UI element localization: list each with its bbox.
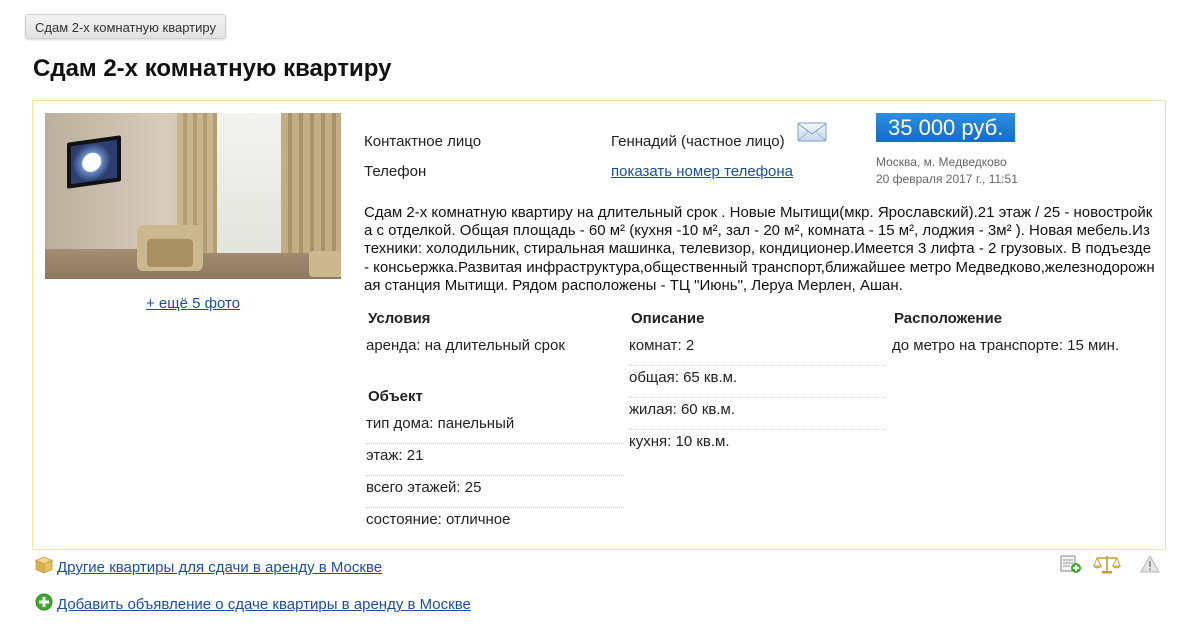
- description-item: кухня: 10 кв.м.: [629, 433, 730, 450]
- breadcrumb[interactable]: Сдам 2-х комнатную квартиру: [25, 14, 226, 39]
- show-phone-link[interactable]: показать номер телефона: [611, 163, 793, 180]
- add-listing-link[interactable]: Добавить объявление о сдаче квартиры в а…: [57, 596, 471, 613]
- add-to-notes-icon[interactable]: [1060, 554, 1082, 574]
- scales-icon[interactable]: [1093, 554, 1121, 574]
- listing-photo[interactable]: [45, 113, 341, 279]
- description-item: комнат: 2: [629, 334, 886, 366]
- description-item: жилая: 60 кв.м.: [629, 398, 886, 430]
- location-item: до метро на транспорте: 15 мин.: [892, 337, 1120, 354]
- condition-item: аренда: на длительный срок: [366, 337, 565, 354]
- contact-person-label: Контактное лицо: [364, 133, 482, 150]
- object-heading: Объект: [368, 388, 423, 405]
- add-icon: [35, 593, 53, 611]
- mail-icon[interactable]: [797, 122, 827, 142]
- object-item: тип дома: панельный: [366, 412, 624, 444]
- price-badge: 35 000 руб.: [876, 113, 1016, 142]
- more-photos-link[interactable]: + ещё 5 фото: [45, 295, 341, 312]
- other-apartments-link[interactable]: Другие квартиры для сдачи в аренду в Мос…: [57, 559, 382, 576]
- location-text: Москва, м. Медведково: [876, 155, 1007, 169]
- listing-description: Сдам 2-х комнатную квартиру на длительны…: [364, 204, 1155, 294]
- object-item: этаж: 21: [366, 444, 624, 476]
- description-heading: Описание: [631, 310, 705, 327]
- page-title: Сдам 2-х комнатную квартиру: [33, 55, 392, 82]
- conditions-heading: Условия: [368, 310, 431, 327]
- contact-person-value: Геннадий (частное лицо): [611, 133, 785, 150]
- object-item: состояние: отличное: [366, 511, 511, 528]
- warning-icon[interactable]: [1140, 555, 1160, 573]
- phone-label: Телефон: [364, 163, 427, 180]
- listing-card: + ещё 5 фото Контактное лицо Геннадий (ч…: [32, 100, 1166, 550]
- posted-date: 20 февраля 2017 г., 11:51: [876, 172, 1018, 186]
- description-item: общая: 65 кв.м.: [629, 366, 886, 398]
- object-item: всего этажей: 25: [366, 476, 624, 508]
- box-icon: [35, 556, 53, 574]
- location-heading: Расположение: [894, 310, 1003, 327]
